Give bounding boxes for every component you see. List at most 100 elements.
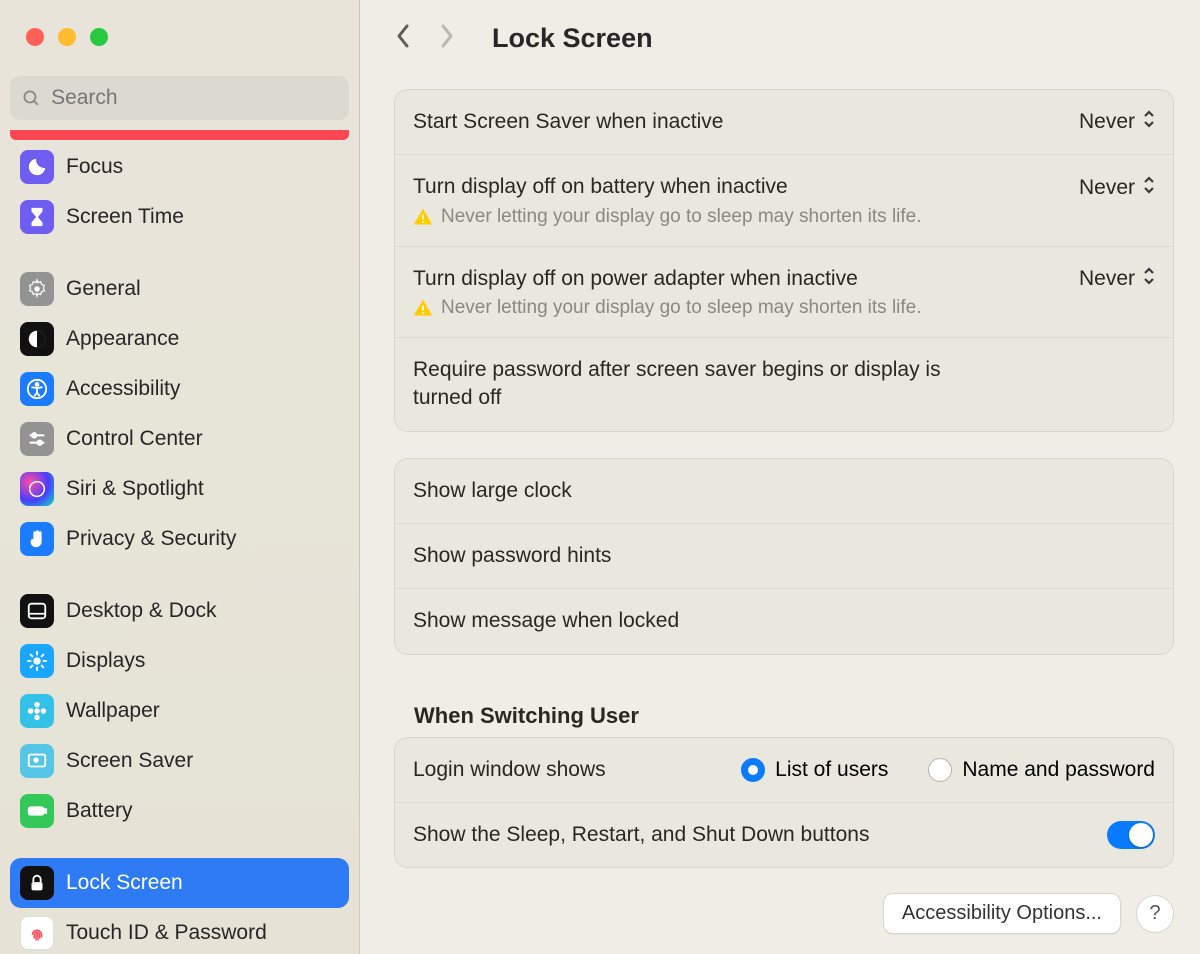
display-power-popup[interactable]: Never (1079, 267, 1155, 291)
accessibility-options-button[interactable]: Accessibility Options... (883, 893, 1121, 934)
warning-icon (413, 298, 433, 318)
sidebar-item-wallpaper[interactable]: Wallpaper (10, 686, 349, 736)
display-settings-card: Show large clock Show password hints Sho… (394, 458, 1174, 655)
row-display-battery: Turn display off on battery when inactiv… (395, 154, 1173, 245)
footer: Accessibility Options... ? (360, 889, 1200, 954)
sidebar-item-screen-saver[interactable]: Screen Saver (10, 736, 349, 786)
login-window-label: Login window shows (413, 756, 606, 784)
sidebar-item-label: Screen Saver (66, 749, 193, 773)
battery-icon (20, 794, 54, 828)
sidebar-item-focus[interactable]: Focus (10, 142, 349, 192)
sidebar-item-label: Desktop & Dock (66, 599, 217, 623)
help-button[interactable]: ? (1136, 895, 1174, 933)
message-locked-label: Show message when locked (413, 607, 679, 635)
login-window-radio-group: List of users Name and password (741, 758, 1155, 782)
sleep-buttons-label: Show the Sleep, Restart, and Shut Down b… (413, 821, 869, 849)
radio-dot-icon (928, 758, 952, 782)
sidebar-item-label: Displays (66, 649, 145, 673)
row-display-power: Turn display off on power adapter when i… (395, 246, 1173, 337)
radio-dot-icon (741, 758, 765, 782)
screensaver-icon (20, 744, 54, 778)
sun-icon (20, 644, 54, 678)
sidebar-nav: Focus Screen Time General Appea (0, 130, 359, 954)
sidebar-item-appearance[interactable]: Appearance (10, 314, 349, 364)
flower-icon (20, 694, 54, 728)
sidebar-item-control-center[interactable]: Control Center (10, 414, 349, 464)
sidebar-item-accessibility[interactable]: Accessibility (10, 364, 349, 414)
screensaver-popup[interactable]: Never (1079, 110, 1155, 134)
popup-value: Never (1079, 176, 1135, 200)
sidebar-item-label: Wallpaper (66, 699, 160, 723)
forward-button[interactable] (438, 22, 456, 55)
header: Lock Screen (360, 0, 1200, 65)
sliders-icon (20, 422, 54, 456)
sidebar-item-label: Battery (66, 799, 133, 823)
sidebar-item-displays[interactable]: Displays (10, 636, 349, 686)
sidebar: Focus Screen Time General Appea (0, 0, 360, 954)
row-message-when-locked: Show message when locked (395, 588, 1173, 653)
window-controls (0, 0, 359, 46)
accessibility-icon (20, 372, 54, 406)
row-sleep-buttons: Show the Sleep, Restart, and Shut Down b… (395, 802, 1173, 867)
radio-label: Name and password (962, 758, 1155, 782)
chevron-up-down-icon (1143, 176, 1155, 200)
hourglass-icon (20, 200, 54, 234)
main-panel: Lock Screen Start Screen Saver when inac… (360, 0, 1200, 954)
contrast-icon (20, 322, 54, 356)
warning-icon (413, 207, 433, 227)
sidebar-item-touch-id[interactable]: Touch ID & Password (10, 908, 349, 954)
sidebar-item-partial[interactable] (10, 130, 349, 140)
row-login-window: Login window shows List of users Name an… (395, 738, 1173, 802)
large-clock-label: Show large clock (413, 477, 572, 505)
sidebar-item-label: Accessibility (66, 377, 180, 401)
sidebar-item-siri-spotlight[interactable]: Siri & Spotlight (10, 464, 349, 514)
moon-icon (20, 150, 54, 184)
sidebar-item-label: Appearance (66, 327, 179, 351)
chevron-up-down-icon (1143, 267, 1155, 291)
switching-user-card: Login window shows List of users Name an… (394, 737, 1174, 869)
display-batt-popup[interactable]: Never (1079, 176, 1155, 200)
search-field[interactable] (10, 76, 349, 120)
display-power-label: Turn display off on power adapter when i… (413, 265, 858, 293)
sidebar-item-desktop-dock[interactable]: Desktop & Dock (10, 586, 349, 636)
switching-user-title: When Switching User (394, 681, 1174, 737)
popup-value: Never (1079, 267, 1135, 291)
sidebar-item-label: Lock Screen (66, 871, 183, 895)
row-screensaver: Start Screen Saver when inactive Never (395, 90, 1173, 154)
radio-label: List of users (775, 758, 888, 782)
minimize-window-button[interactable] (58, 28, 76, 46)
sidebar-item-general[interactable]: General (10, 264, 349, 314)
sidebar-item-screen-time[interactable]: Screen Time (10, 192, 349, 242)
sidebar-item-label: Focus (66, 155, 123, 179)
sidebar-item-label: Screen Time (66, 205, 184, 229)
zoom-window-button[interactable] (90, 28, 108, 46)
close-window-button[interactable] (26, 28, 44, 46)
sleep-buttons-toggle[interactable] (1107, 821, 1155, 849)
sidebar-item-privacy-security[interactable]: Privacy & Security (10, 514, 349, 564)
sidebar-item-label: Siri & Spotlight (66, 477, 204, 501)
row-password-hints: Show password hints (395, 523, 1173, 588)
radio-name-password[interactable]: Name and password (928, 758, 1155, 782)
inactivity-settings-card: Start Screen Saver when inactive Never T… (394, 89, 1174, 432)
search-input[interactable] (51, 86, 337, 110)
row-large-clock: Show large clock (395, 459, 1173, 523)
sidebar-item-label: Control Center (66, 427, 203, 451)
dock-icon (20, 594, 54, 628)
sidebar-item-lock-screen[interactable]: Lock Screen (10, 858, 349, 908)
sidebar-item-battery[interactable]: Battery (10, 786, 349, 836)
sidebar-item-label: Privacy & Security (66, 527, 236, 551)
siri-icon (20, 472, 54, 506)
fingerprint-icon (20, 916, 54, 950)
row-require-password: Require password after screen saver begi… (395, 337, 1173, 431)
page-title: Lock Screen (492, 23, 653, 54)
search-icon (22, 88, 41, 109)
back-button[interactable] (394, 22, 412, 55)
sidebar-item-label: Touch ID & Password (66, 921, 267, 945)
hand-icon (20, 522, 54, 556)
sidebar-item-label: General (66, 277, 141, 301)
lock-icon (20, 866, 54, 900)
require-password-label: Require password after screen saver begi… (413, 356, 973, 413)
radio-list-of-users[interactable]: List of users (741, 758, 888, 782)
display-batt-label: Turn display off on battery when inactiv… (413, 173, 788, 201)
chevron-up-down-icon (1143, 110, 1155, 134)
